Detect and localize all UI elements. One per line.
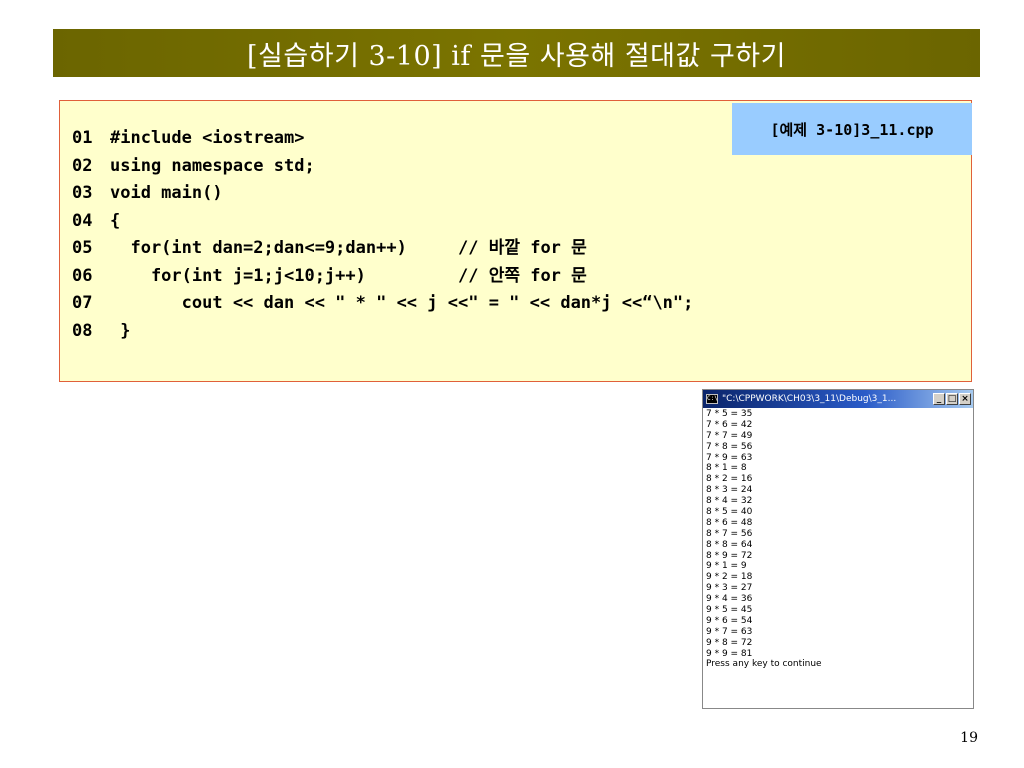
console-line: 8 * 7 = 56 [706, 528, 753, 539]
console-line: 7 * 8 = 56 [706, 441, 753, 452]
slide-title-bar: [실습하기 3-10] if 문을 사용해 절대값 구하기 [53, 29, 980, 77]
slide-title: [실습하기 3-10] if 문을 사용해 절대값 구하기 [247, 40, 786, 72]
console-line: 7 * 7 = 49 [706, 430, 753, 441]
minimize-button[interactable]: _ [933, 393, 945, 405]
code-line: 06 for(int j=1;j<10;j++) // 안쪽 for 문 [72, 263, 693, 291]
console-title: "C:\CPPWORK\CH03\3_11\Debug\3_1... [722, 394, 897, 404]
code-text: cout << dan << " * " << j <<" = " << dan… [110, 293, 694, 313]
console-line: 7 * 9 = 63 [706, 452, 753, 463]
console-titlebar[interactable]: C:\ "C:\CPPWORK\CH03\3_11\Debug\3_1... _… [703, 390, 973, 408]
console-line: 7 * 6 = 42 [706, 419, 753, 430]
code-text: #include <iostream> [110, 128, 305, 148]
code-text: } [110, 320, 131, 341]
file-label-tag: [예제 3-10]3_11.cpp [732, 103, 972, 155]
console-window: C:\ "C:\CPPWORK\CH03\3_11\Debug\3_1... _… [702, 389, 974, 709]
code-line: 07 cout << dan << " * " << j <<" = " << … [72, 290, 693, 318]
line-number: 01 [72, 128, 93, 148]
console-line: Press any key to continue [706, 659, 822, 670]
line-number: 05 [72, 238, 93, 258]
line-number: 04 [72, 210, 93, 231]
console-line: 9 * 5 = 45 [706, 605, 753, 616]
console-line: 8 * 1 = 8 [706, 463, 747, 474]
code-text: void main() [110, 183, 223, 203]
line-number: 06 [72, 265, 93, 286]
console-line: 8 * 2 = 16 [706, 474, 753, 485]
code-line: 05 for(int dan=2;dan<=9;dan++) // 바깥 for… [72, 235, 693, 263]
console-line: 9 * 4 = 36 [706, 594, 753, 605]
code-line: 01 #include <iostream> [72, 125, 693, 153]
line-number: 07 [72, 293, 93, 313]
code-listing: 01 #include <iostream> 02 using namespace … [72, 125, 693, 345]
console-line: 8 * 3 = 24 [706, 485, 753, 496]
code-line: 03 void main() [72, 180, 693, 208]
console-line: 7 * 5 = 35 [706, 409, 753, 419]
console-line: 9 * 2 = 18 [706, 572, 753, 583]
console-line: 8 * 9 = 72 [706, 550, 753, 561]
console-line: 8 * 4 = 32 [706, 496, 753, 507]
file-label: [예제 3-10]3_11.cpp [770, 120, 934, 139]
console-line: 9 * 7 = 63 [706, 626, 753, 637]
code-text: { [110, 210, 121, 231]
console-line: 9 * 1 = 9 [706, 561, 747, 572]
console-line: 8 * 8 = 64 [706, 539, 753, 550]
maximize-button[interactable]: □ [946, 393, 958, 405]
code-text: using namespace std; [110, 155, 315, 176]
console-line: 8 * 5 = 40 [706, 507, 753, 518]
window-controls: _ □ × [933, 393, 973, 405]
code-text: for(int j=1;j<10;j++) // 안쪽 for 문 [110, 265, 587, 286]
code-text: for(int dan=2;dan<=9;dan++) // 바깥 for 문 [110, 238, 587, 258]
line-number: 03 [72, 183, 93, 203]
line-number: 08 [72, 320, 93, 341]
line-number: 02 [72, 155, 93, 176]
console-icon: C:\ [706, 394, 718, 404]
console-line: 9 * 9 = 81 [706, 648, 753, 659]
console-line: 9 * 6 = 54 [706, 615, 753, 626]
close-button[interactable]: × [959, 393, 971, 405]
code-line: 08 } [72, 318, 693, 346]
code-line: 02 using namespace std; [72, 153, 693, 181]
code-line: 04 { [72, 208, 693, 236]
console-line: 9 * 3 = 27 [706, 583, 753, 594]
page-number: 19 [960, 730, 978, 746]
console-output: 7 * 5 = 35 7 * 6 = 42 7 * 7 = 49 7 * 8 =… [703, 408, 973, 670]
console-line: 9 * 8 = 72 [706, 637, 753, 648]
console-line: 8 * 6 = 48 [706, 517, 753, 528]
